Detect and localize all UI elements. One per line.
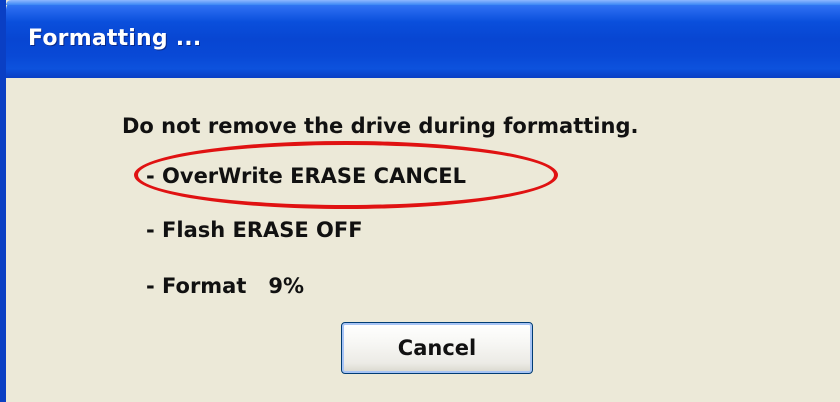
dialog-content: Do not remove the drive during formattin… [6,78,840,402]
cancel-button[interactable]: Cancel [341,322,533,374]
title-bar[interactable]: Formatting ... [6,0,840,78]
cancel-button-label: Cancel [397,336,477,360]
window-title: Formatting ... [28,26,202,51]
format-progress-status: - Format 9% [146,274,304,298]
formatting-dialog: Formatting ... Do not remove the drive d… [0,0,840,402]
red-highlight-ellipse [134,141,558,209]
warning-heading: Do not remove the drive during formattin… [122,114,639,138]
flash-erase-status: - Flash ERASE OFF [146,218,363,242]
